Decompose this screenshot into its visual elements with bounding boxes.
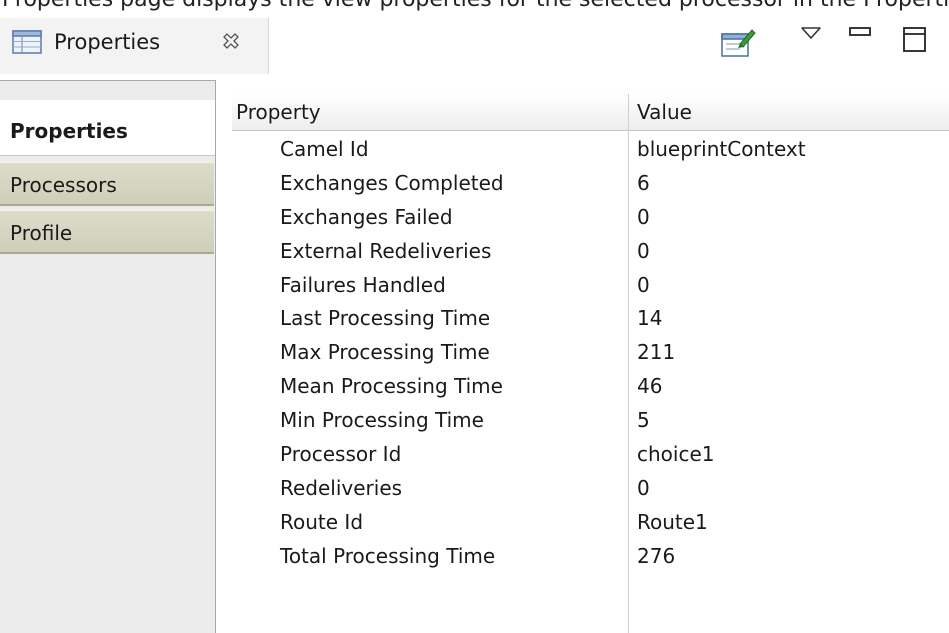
table-row[interactable]: Processor Id choice1 [232, 437, 949, 471]
table-row[interactable]: Route Id Route1 [232, 505, 949, 539]
property-name-cell: Failures Handled [280, 272, 446, 297]
pin-icon[interactable] [718, 26, 758, 64]
property-value-cell: 5 [637, 408, 650, 433]
column-header-value[interactable]: Value [637, 94, 692, 130]
property-value-cell: 0 [637, 238, 650, 263]
table-row[interactable]: Total Processing Time 276 [232, 539, 949, 573]
top-text-strip: Properties page displays the view proper… [0, 0, 949, 18]
table-row[interactable]: External Redeliveries 0 [232, 234, 949, 268]
property-value-cell: 276 [637, 543, 676, 568]
table-row[interactable]: Exchanges Completed 6 [232, 166, 949, 200]
property-name-cell: Redeliveries [280, 475, 403, 500]
minimize-icon[interactable] [848, 26, 872, 46]
column-header-property[interactable]: Property [236, 94, 321, 130]
table-row[interactable]: Last Processing Time 14 [232, 301, 949, 335]
property-name-cell: Route Id [280, 509, 364, 534]
table-row[interactable]: Exchanges Failed 0 [232, 200, 949, 234]
property-value-cell: 0 [637, 475, 650, 500]
table-row[interactable]: Mean Processing Time 46 [232, 369, 949, 403]
property-value-cell: 0 [637, 272, 650, 297]
view-menu-triangle-icon[interactable] [800, 26, 822, 46]
table-row[interactable]: Failures Handled 0 [232, 268, 949, 302]
property-value-cell: choice1 [637, 442, 715, 467]
table-row[interactable]: Camel Id blueprintContext [232, 132, 949, 166]
property-name-cell: Total Processing Time [280, 543, 496, 568]
close-icon[interactable] [220, 30, 242, 52]
top-strip-text: Properties page displays the view proper… [2, 0, 949, 12]
table-row[interactable]: Max Processing Time 211 [232, 335, 949, 369]
tab-properties[interactable]: Properties [0, 100, 215, 156]
property-value-cell: 14 [637, 306, 663, 331]
property-name-cell: Processor Id [280, 442, 402, 467]
property-name-cell: Mean Processing Time [280, 374, 503, 399]
property-name-cell: Camel Id [280, 137, 369, 161]
property-name-cell: Exchanges Failed [280, 204, 453, 229]
view-tab-label: Properties [54, 30, 161, 54]
property-name-cell: Last Processing Time [280, 306, 491, 331]
table-row[interactable]: Min Processing Time 5 [232, 403, 949, 437]
view-header: Properties [0, 18, 949, 74]
property-value-cell: Route1 [637, 509, 708, 534]
property-value-cell: 211 [637, 340, 676, 365]
properties-view-icon [12, 30, 42, 54]
table-row[interactable]: Redeliveries 0 [232, 471, 949, 505]
tab-profile[interactable]: Profile [0, 210, 214, 254]
property-name-cell: External Redeliveries [280, 238, 492, 263]
property-value-cell: 6 [637, 170, 650, 195]
maximize-icon[interactable] [902, 26, 928, 58]
view-tab-properties[interactable]: Properties [0, 18, 269, 74]
table-header: Property Value [232, 94, 949, 131]
tab-processors[interactable]: Processors [0, 162, 214, 206]
property-value-cell: 46 [637, 374, 663, 399]
table-rows: Camel Id blueprintContext Exchanges Comple… [232, 132, 949, 573]
property-value-cell: 0 [637, 204, 650, 229]
panel-divider [0, 80, 216, 81]
property-name-cell: Exchanges Completed [280, 170, 504, 195]
property-name-cell: Min Processing Time [280, 408, 484, 433]
property-name-cell: Max Processing Time [280, 340, 490, 365]
property-value-cell: blueprintContext [637, 137, 806, 161]
